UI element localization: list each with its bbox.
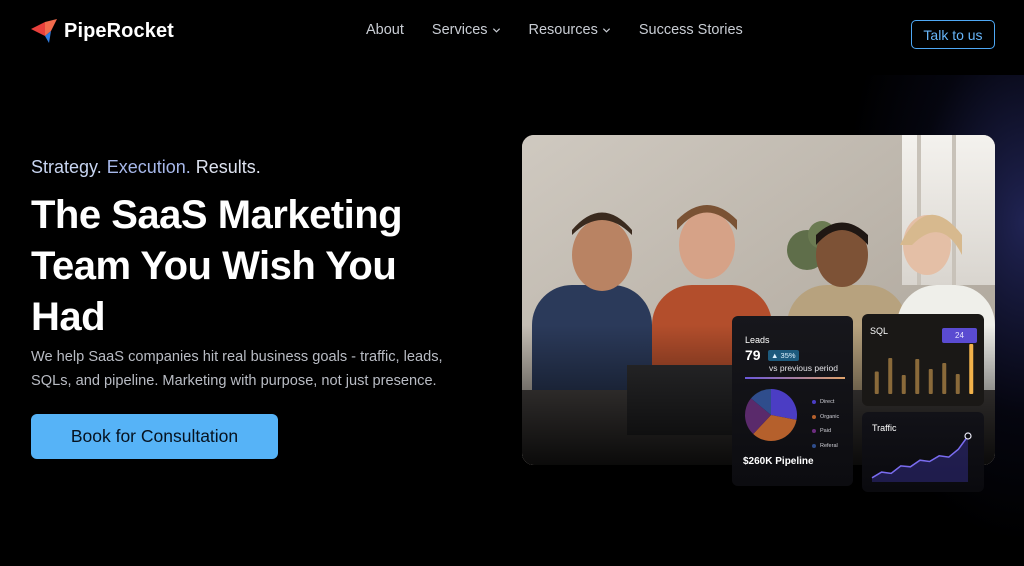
tagline-strategy: Strategy. <box>31 157 102 177</box>
legend-item-organic: Organic <box>812 410 839 425</box>
legend-dot <box>812 443 816 448</box>
chevron-down-icon <box>492 27 500 33</box>
legend-item-referral: Referal <box>812 439 839 454</box>
nav-item-success-stories[interactable]: Success Stories <box>639 22 743 38</box>
legend-dot <box>812 414 816 419</box>
leads-divider <box>745 377 845 379</box>
leads-comparison: vs previous period <box>769 363 838 373</box>
piperocket-logo-icon <box>31 19 57 43</box>
traffic-endpoint <box>964 432 972 440</box>
sql-bar <box>874 371 879 394</box>
nav-item-label: Services <box>431 22 488 38</box>
legend-label: Referal <box>820 442 838 449</box>
traffic-area <box>872 436 968 482</box>
brand-logo[interactable]: PipeRocket <box>31 19 174 43</box>
leads-widget: Leads 79 ▲ 35% vs previous period Direct… <box>732 316 853 486</box>
legend-item-direct: Direct <box>812 395 839 410</box>
legend-label: Paid <box>820 428 832 435</box>
legend-label: Organic <box>820 413 840 420</box>
sql-bar <box>942 363 947 394</box>
tagline-execution: Execution. <box>106 157 191 177</box>
nav-item-resources[interactable]: Resources <box>529 22 611 38</box>
leads-value: 79 <box>745 347 761 363</box>
up-triangle-icon: ▲ <box>771 351 779 360</box>
sql-badge: 24 <box>942 328 977 343</box>
brand-name: PipeRocket <box>64 19 174 42</box>
nav-item-label: About <box>366 22 404 38</box>
sql-bar <box>928 369 933 394</box>
pie-slice-direct <box>771 389 797 420</box>
sql-bar <box>901 375 906 394</box>
chevron-down-icon <box>602 27 610 33</box>
nav-item-label: Resources <box>528 22 598 38</box>
leads-title: Leads <box>745 335 770 345</box>
legend-dot <box>812 400 816 405</box>
legend-label: Direct <box>820 399 835 406</box>
talk-to-us-button[interactable]: Talk to us <box>911 20 995 49</box>
pipeline-value: $260K Pipeline <box>743 456 814 467</box>
leads-legend: Direct Organic Paid Referal <box>812 395 839 453</box>
main-nav: About Services Resources Success Stories <box>366 22 743 38</box>
book-consultation-button[interactable]: Book for Consultation <box>31 414 278 459</box>
sql-title: SQL <box>870 326 889 336</box>
hero-subcopy: We help SaaS companies hit real business… <box>31 349 443 389</box>
sql-widget: SQL 24 <box>862 314 984 406</box>
sql-bar <box>915 359 920 394</box>
sql-bar-chart <box>874 344 974 394</box>
nav-item-about[interactable]: About <box>366 22 404 38</box>
leads-pie-chart <box>745 389 797 441</box>
sql-bar <box>969 344 974 394</box>
leads-change-badge: ▲ 35% <box>768 350 799 361</box>
leads-change-value: 35% <box>780 351 796 360</box>
nav-item-label: Success Stories <box>638 22 743 38</box>
hero-tagline: Strategy. Execution. Results. <box>31 157 261 178</box>
legend-dot <box>812 429 816 434</box>
nav-item-services[interactable]: Services <box>432 22 501 38</box>
sql-bar <box>888 358 893 394</box>
traffic-widget: Traffic <box>862 412 984 492</box>
hero-headline: The SaaS Marketing Team You Wish You Had <box>31 193 403 339</box>
legend-item-paid: Paid <box>812 424 839 439</box>
traffic-line-chart <box>871 432 972 482</box>
tagline-results: Results. <box>195 157 261 177</box>
sql-bar <box>955 374 960 394</box>
